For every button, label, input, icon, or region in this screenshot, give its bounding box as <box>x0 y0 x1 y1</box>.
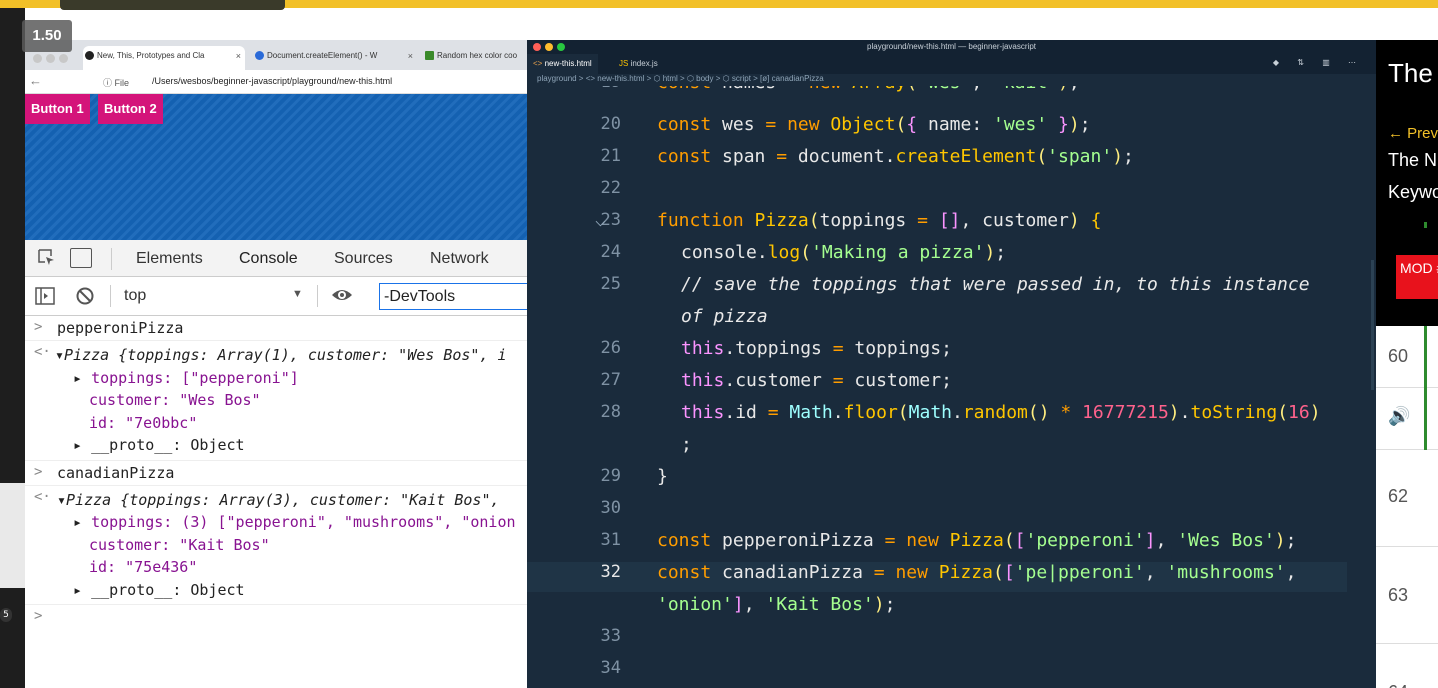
color-tool-icon <box>425 51 434 60</box>
course-title: The <box>1388 58 1433 88</box>
vscode-window: playground/new-this.html — beginner-java… <box>527 40 1376 688</box>
lesson-row[interactable]: 63 <box>1376 547 1438 644</box>
lesson-row[interactable]: 64 <box>1376 644 1438 688</box>
mdn-icon <box>255 51 264 60</box>
prev-link[interactable]: ← Prev <box>1388 125 1438 142</box>
top-accent-strip <box>0 0 1438 10</box>
lesson-row[interactable]: 62 <box>1376 450 1438 547</box>
property-id: id: "7e0bbc" <box>89 413 198 432</box>
chrome-tab-new-this[interactable]: New, This, Prototypes and Cla × <box>83 46 245 70</box>
fold-chevron-icon[interactable]: ⌵ <box>595 210 606 231</box>
left-edge-panel: 5 <box>0 8 25 688</box>
console-output: > pepperoniPizza <· ▾Pizza {toppings: Ar… <box>25 316 527 629</box>
console-command-row: > canadianPizza <box>25 461 527 486</box>
tab-elements[interactable]: Elements <box>136 250 203 268</box>
button-2[interactable]: Button 2 <box>98 94 163 124</box>
console-toolbar: top ▼ <box>25 277 527 316</box>
context-selector[interactable]: top <box>124 287 146 305</box>
eye-icon[interactable] <box>331 284 353 311</box>
property-proto[interactable]: ▸ __proto__: Object <box>57 579 527 602</box>
editor-actions[interactable]: ◆ ⇅ ▥ ⋯ <box>1273 58 1364 67</box>
address-bar[interactable]: ← ⓘ File /Users/wesbos/beginner-javascri… <box>25 70 527 94</box>
property-customer: customer: "Wes Bos" <box>89 391 261 409</box>
expand-triangle-icon[interactable]: ▾ <box>55 346 64 364</box>
code-editor[interactable]: 19const names = new Array('wes', 'kait')… <box>527 72 1376 688</box>
expand-triangle-icon[interactable]: ▾ <box>57 491 66 509</box>
sidebar-toggle-icon[interactable] <box>35 286 55 311</box>
zoom-indicator: 1.50 <box>22 20 72 52</box>
module-badge: MOD #11 <box>1396 255 1438 299</box>
inspect-element-icon[interactable] <box>37 248 57 268</box>
console-command-row: > pepperoniPizza <box>25 316 527 341</box>
breadcrumb[interactable]: playground > <> new-this.html > ⬡ html >… <box>527 74 1376 86</box>
property-toppings[interactable]: ▸ toppings: (3) ["pepperoni", "mushrooms… <box>57 511 527 534</box>
close-tab-icon[interactable]: × <box>408 46 413 66</box>
vscode-tabs: <> new-this.html JS index.js ◆ ⇅ ▥ ⋯ <box>527 54 1376 74</box>
close-tab-icon[interactable]: × <box>236 46 241 66</box>
chrome-tabbar: New, This, Prototypes and Cla × Document… <box>25 40 527 70</box>
chrome-window: New, This, Prototypes and Cla × Document… <box>25 40 527 688</box>
lesson-title-line1: The N <box>1388 150 1438 170</box>
url-text[interactable]: /Users/wesbos/beginner-javascript/playgr… <box>152 76 392 86</box>
property-proto[interactable]: ▸ __proto__: Object <box>57 434 527 457</box>
chevron-down-icon[interactable]: ▼ <box>292 288 303 300</box>
back-arrow-icon[interactable]: ← <box>29 73 42 88</box>
devtools-panel: Elements Console Sources Network top ▼ > <box>25 240 527 629</box>
course-panel: The ← Prev The N Keywo MOD #11 60 🔊 62 6… <box>1376 40 1438 688</box>
speaker-icon: 🔊 <box>1388 406 1411 426</box>
tab-console[interactable]: Console <box>231 250 306 280</box>
tab-new-this-html[interactable]: <> new-this.html <box>527 54 598 74</box>
property-toppings[interactable]: ▸ toppings: ["pepperoni"] <box>57 367 527 390</box>
vscode-titlebar: playground/new-this.html — beginner-java… <box>527 40 1376 54</box>
device-toolbar-icon[interactable] <box>70 248 92 268</box>
property-id: id: "75e436" <box>89 558 198 576</box>
window-controls[interactable] <box>33 50 72 68</box>
left-edge-gray <box>0 483 25 588</box>
tab-index-js[interactable]: JS index.js <box>613 54 664 74</box>
video-progress <box>60 0 285 10</box>
tab-sources[interactable]: Sources <box>334 250 393 268</box>
progress-line <box>1424 326 1427 450</box>
devtools-tabbar: Elements Console Sources Network <box>25 240 527 280</box>
code-line-current: 32 const canadianPizza = new Pizza(['pe|p… <box>527 562 1347 592</box>
course-header: The ← Prev The N Keywo <box>1376 40 1438 222</box>
console-result-row[interactable]: <· ▾Pizza {toppings: Array(1), customer:… <box>25 341 527 461</box>
console-prompt[interactable]: > <box>25 605 527 629</box>
globe-icon <box>85 51 94 60</box>
lesson-row-active[interactable]: 🔊 <box>1376 388 1438 450</box>
console-filter-input[interactable] <box>379 283 527 310</box>
tab-network[interactable]: Network <box>430 250 489 268</box>
lesson-title-line2: Keywo <box>1388 182 1438 202</box>
page-viewport: Button 1 Button 2 <box>25 94 527 240</box>
site-info[interactable]: ⓘ File <box>103 76 129 89</box>
clear-console-icon[interactable] <box>75 286 95 311</box>
editor-scrollbar[interactable] <box>1371 260 1374 390</box>
chrome-tab-random-hex[interactable]: Random hex color coo <box>423 46 527 70</box>
left-edge-badge: 5 <box>0 608 12 622</box>
lesson-row[interactable]: 60 <box>1376 326 1438 388</box>
property-customer: customer: "Kait Bos" <box>89 535 270 554</box>
button-1[interactable]: Button 1 <box>25 94 90 124</box>
console-result-row[interactable]: <· ▾Pizza {toppings: Array(3), customer:… <box>25 486 527 605</box>
chrome-tab-createelement[interactable]: Document.createElement() - W × <box>253 46 417 70</box>
